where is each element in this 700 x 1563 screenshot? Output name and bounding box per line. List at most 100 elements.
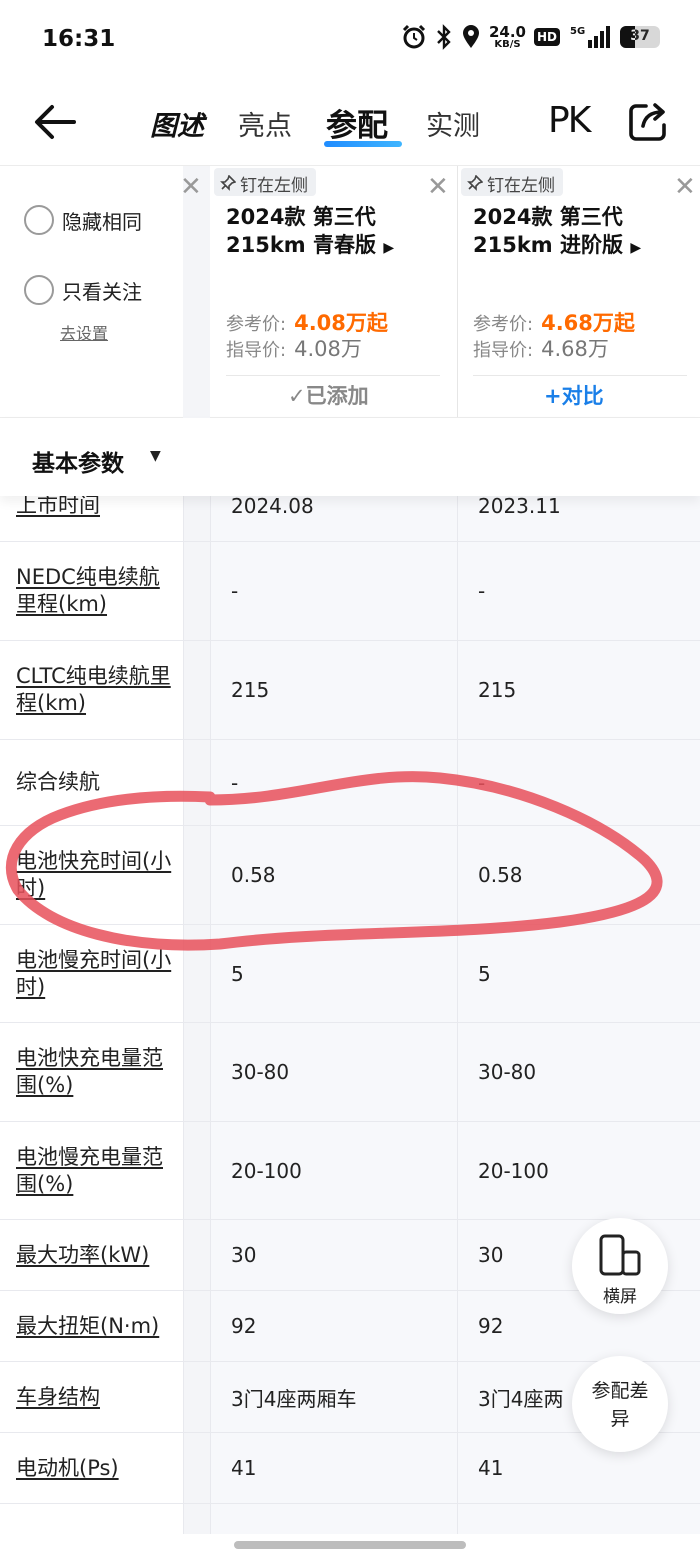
table-row: 电池慢充电量范围(%) 20-100 20-100 [0,1122,700,1220]
row-label[interactable]: NEDC纯电续航里程(km) [0,542,183,640]
cell-value: 215 [210,641,457,739]
cell-value: 5 [210,925,457,1022]
row-label[interactable]: 电动机(Ps) [0,1433,183,1503]
row-label[interactable]: 最大功率(kW) [0,1220,183,1290]
plus-icon: + [544,384,562,408]
pin-icon [467,175,483,191]
row-label[interactable]: 上市时间 [0,496,183,541]
car-name[interactable]: 2024款 第三代 215km 青春版 ▶ [226,203,446,262]
row-label[interactable]: 电池快充时间(小时) [0,826,183,924]
add-compare-button[interactable]: +对比 [544,380,604,410]
home-indicator[interactable] [234,1541,466,1549]
row-label[interactable]: 电池慢充电量范围(%) [0,1122,183,1219]
table-row: 综合续航 - - [0,740,700,826]
tab-overview[interactable]: 图述 [150,104,204,143]
tab-tests[interactable]: 实测 [426,104,480,143]
tab-specs[interactable]: 参配 [326,100,388,145]
cell-value: 0.58 [210,826,457,924]
section-title[interactable]: 基本参数 [32,444,124,478]
cell-value: - [457,740,700,825]
landscape-button[interactable]: 横屏 [572,1218,668,1314]
rotate-screen-icon [599,1234,641,1276]
cell-value: 5 [457,925,700,1022]
location-icon [462,25,479,48]
cell-value: 30 [210,1220,457,1290]
close-icon[interactable]: ✕ [180,174,202,200]
status-time: 16:31 [42,26,116,52]
radio-circle-icon [24,205,54,235]
cell-value: 30-80 [457,1023,700,1121]
battery-icon: 37 [620,26,660,48]
hd-icon: HD [533,28,560,46]
table-row: CLTC纯电续航里程(km) 215 215 [0,641,700,740]
remove-car-icon[interactable]: ✕ [674,174,696,200]
net-speed: 24.0 KB/S [488,22,526,50]
radio-circle-icon [24,275,54,305]
table-row: 上市时间 2024.08 2023.11 [0,496,700,542]
cell-value: 2023.11 [457,496,700,541]
car-name[interactable]: 2024款 第三代 215km 进阶版 ▶ [473,203,693,262]
pin-left-button[interactable]: 钉在左侧 [214,168,316,196]
pk-button[interactable]: PK [548,100,591,141]
cell-value: 3门4座两厢车 [210,1362,457,1432]
card-divider [473,375,687,376]
cell-value: 20-100 [210,1122,457,1219]
table-row [0,1504,700,1534]
card-divider [226,375,440,376]
column-gap [183,826,210,924]
cell-value: - [210,740,457,825]
row-label[interactable]: 电池慢充时间(小时) [0,925,183,1022]
back-arrow-icon[interactable] [30,102,80,142]
section-header[interactable]: 基本参数 ▼ [0,418,700,496]
cell-value: 41 [210,1433,457,1503]
column-gap [183,1220,210,1290]
row-label[interactable]: 电池快充电量范围(%) [0,1023,183,1121]
status-bar: 16:31 24.0 KB/S HD 5G 37 [0,0,700,80]
table-row: 电池慢充时间(小时) 5 5 [0,925,700,1023]
caret-down-icon[interactable]: ▼ [150,448,161,464]
column-gap [183,1122,210,1219]
row-label[interactable]: 最大扭矩(N·m) [0,1291,183,1361]
pin-icon [220,175,236,191]
added-button[interactable]: ✓已添加 [288,380,369,410]
column-gap [183,1504,210,1534]
cell-value: 92 [210,1291,457,1361]
signal-icon: 5G [570,26,610,48]
pin-left-button[interactable]: 钉在左侧 [461,168,563,196]
cell-value: - [210,542,457,640]
row-label: 综合续航 [0,740,183,825]
column-gap [183,1362,210,1432]
bluetooth-icon [437,24,451,50]
cell-value [210,1504,457,1534]
remove-car-icon[interactable]: ✕ [427,174,449,200]
table-row: 电池快充时间(小时) 0.58 0.58 [0,826,700,925]
hide-same-label: 隐藏相同 [62,209,142,234]
cell-value: 2024.08 [210,496,457,541]
column-gap [183,1291,210,1361]
cell-value: 41 [457,1433,700,1503]
row-label[interactable]: CLTC纯电续航里程(km) [0,641,183,739]
go-settings-link[interactable]: 去设置 [60,320,108,344]
active-tab-indicator [324,141,402,147]
cell-value: 30-80 [210,1023,457,1121]
spec-diff-label: 参配差异 [591,1380,649,1430]
row-label[interactable]: 车身结构 [0,1362,183,1432]
table-row: NEDC纯电续航里程(km) - - [0,542,700,641]
hide-same-toggle[interactable]: 隐藏相同 [24,205,142,235]
tab-highlights[interactable]: 亮点 [238,104,292,143]
compare-header: 隐藏相同 只看关注 去设置 ✕ 钉在左侧 ✕ 2024款 第三代 215km 青… [0,166,700,418]
cell-value: 215 [457,641,700,739]
spec-diff-button[interactable]: 参配差异 [572,1356,668,1452]
column-gap [183,1023,210,1121]
cell-value: 0.58 [457,826,700,924]
cell-value: - [457,542,700,640]
share-icon[interactable] [626,100,670,144]
top-nav: 图述 亮点 参配 实测 PK 26 [0,80,700,201]
row-label [0,1504,183,1534]
column-gap [183,542,210,640]
table-row: 电池快充电量范围(%) 30-80 30-80 [0,1023,700,1122]
follow-only-toggle[interactable]: 只看关注 [24,275,142,305]
column-gap [183,166,210,418]
column-gap [183,641,210,739]
column-gap [183,925,210,1022]
